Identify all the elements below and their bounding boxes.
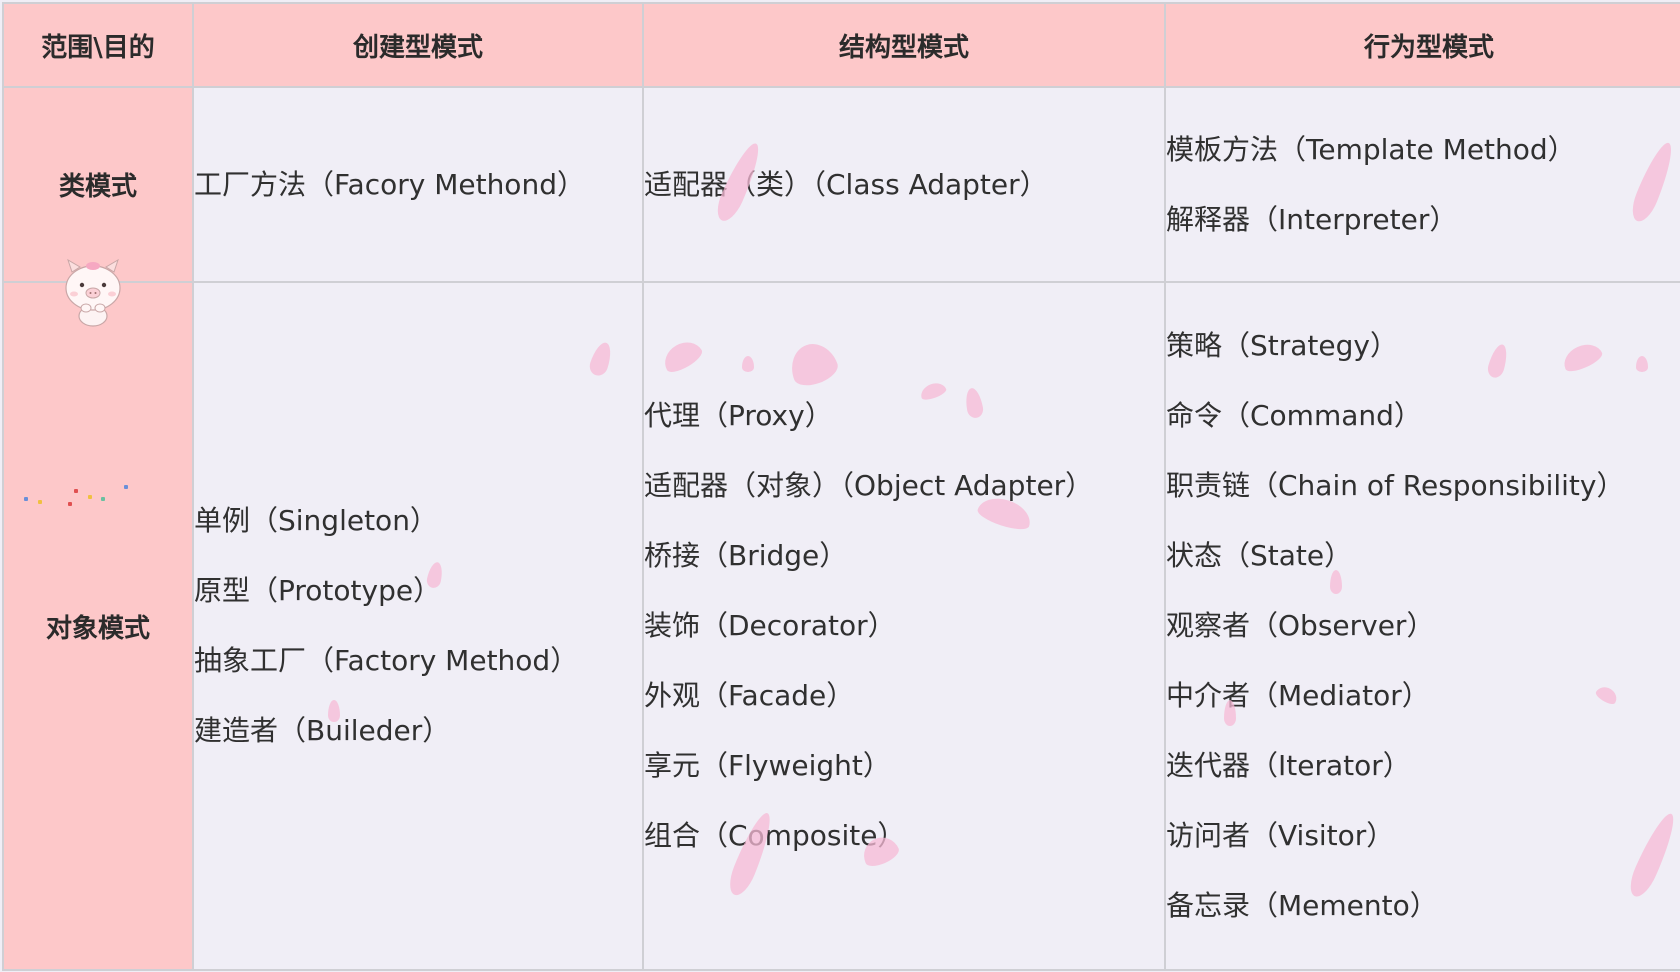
- pattern-item: 中介者（Mediator）: [1166, 679, 1430, 712]
- row-label-class: 类模式: [2, 86, 194, 283]
- cell-class-creational: 工厂方法（Facory Methond）: [192, 86, 644, 283]
- pattern-item: 抽象工厂（Factory Method）: [194, 644, 579, 677]
- page: 范围\目的 创建型模式 结构型模式 行为型模式 类模式 工厂方法（Facory …: [0, 0, 1680, 972]
- pattern-item: 适配器（对象）（Object Adapter）: [644, 469, 1094, 502]
- pattern-item: 观察者（Observer）: [1166, 609, 1435, 642]
- pattern-item: 状态（State）: [1166, 539, 1353, 572]
- pattern-item: 迭代器（Iterator）: [1166, 749, 1411, 782]
- row-label-object: 对象模式: [2, 281, 194, 971]
- pattern-item: 组合（Composite）: [644, 819, 906, 852]
- pattern-item: 外观（Facade）: [644, 679, 855, 712]
- cell-class-behavioral: 模板方法（Template Method） 解释器（Interpreter）: [1164, 86, 1680, 283]
- pattern-item: 命令（Command）: [1166, 399, 1422, 432]
- pattern-item: 工厂方法（Facory Methond）: [194, 167, 585, 201]
- pattern-item: 适配器（类）（Class Adapter）: [644, 167, 1048, 201]
- header-row: 范围\目的 创建型模式 结构型模式 行为型模式: [2, 2, 1680, 88]
- cell-object-behavioral: 策略（Strategy） 命令（Command） 职责链（Chain of Re…: [1164, 281, 1680, 971]
- header-creational: 创建型模式: [192, 2, 644, 88]
- pattern-item: 装饰（Decorator）: [644, 609, 896, 642]
- pattern-item: 职责链（Chain of Responsibility）: [1166, 469, 1625, 502]
- pattern-item: 桥接（Bridge）: [644, 539, 848, 572]
- pattern-item: 建造者（Buileder）: [194, 714, 451, 747]
- row-class-patterns: 类模式 工厂方法（Facory Methond） 适配器（类）（Class Ad…: [2, 86, 1680, 283]
- cell-class-structural: 适配器（类）（Class Adapter）: [642, 86, 1166, 283]
- pattern-item: 代理（Proxy）: [644, 399, 833, 432]
- cell-object-creational: 单例（Singleton） 原型（Prototype） 抽象工厂（Factory…: [192, 281, 644, 971]
- pattern-item: 原型（Prototype）: [194, 574, 442, 607]
- design-patterns-table: 范围\目的 创建型模式 结构型模式 行为型模式 类模式 工厂方法（Facory …: [2, 2, 1680, 971]
- pattern-item: 解释器（Interpreter）: [1166, 202, 1458, 236]
- pattern-item: 单例（Singleton）: [194, 504, 438, 537]
- pattern-item: 享元（Flyweight）: [644, 749, 891, 782]
- pattern-item: 模板方法（Template Method）: [1166, 132, 1576, 166]
- header-scope-purpose: 范围\目的: [2, 2, 194, 88]
- pattern-item: 备忘录（Memento）: [1166, 889, 1438, 922]
- row-object-patterns: 对象模式 单例（Singleton） 原型（Prototype） 抽象工厂（Fa…: [2, 281, 1680, 971]
- cell-object-structural: 代理（Proxy） 适配器（对象）（Object Adapter） 桥接（Bri…: [642, 281, 1166, 971]
- pattern-item: 访问者（Visitor）: [1166, 819, 1395, 852]
- header-structural: 结构型模式: [642, 2, 1166, 88]
- header-behavioral: 行为型模式: [1164, 2, 1680, 88]
- pattern-item: 策略（Strategy）: [1166, 329, 1398, 362]
